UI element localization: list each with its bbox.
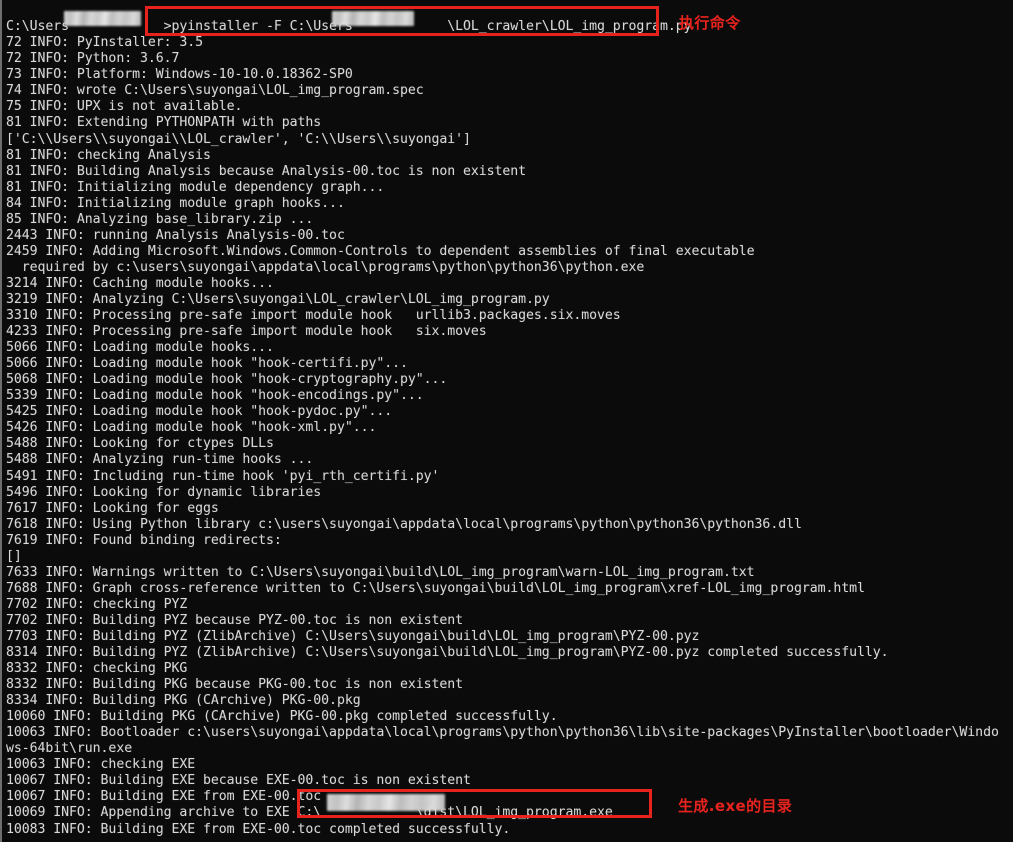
console-log-line: 5488 INFO: Looking for ctypes DLLs <box>6 436 274 452</box>
console-log-line: 5068 INFO: Loading module hook "hook-cry… <box>6 372 448 388</box>
console-log-line: 10067 INFO: Building EXE because EXE-00.… <box>6 773 471 789</box>
console-log-line: 7617 INFO: Looking for eggs <box>6 500 219 516</box>
console-log-line: 81 INFO: checking Analysis <box>6 147 211 163</box>
console-log-line: 5496 INFO: Looking for dynamic libraries <box>6 484 322 500</box>
console-log-line: 81 INFO: Building Analysis because Analy… <box>6 163 527 179</box>
console-log-line: 7633 INFO: Warnings written to C:\Users\… <box>6 564 755 580</box>
console-log-line: 5491 INFO: Including run-time hook 'pyi_… <box>6 468 440 484</box>
console-log-line: 5488 INFO: Analyzing run-time hooks ... <box>6 452 314 468</box>
console-log-line: 74 INFO: wrote C:\Users\suyongai\LOL_img… <box>6 83 424 99</box>
console-log-line: 5066 INFO: Loading module hook "hook-cer… <box>6 356 408 372</box>
console-log-line: 7703 INFO: Building PYZ (ZlibArchive) C:… <box>6 628 700 644</box>
console-log-line: 8332 INFO: Building PKG because PKG-00.t… <box>6 677 464 693</box>
console-log-line: [] <box>6 548 22 564</box>
console-log-line: ws-64bit\run.exe <box>6 741 133 757</box>
console-log-line: 10067 INFO: Building EXE from EXE-00.toc <box>6 789 322 805</box>
console-log-line: 8332 INFO: checking PKG <box>6 661 188 677</box>
console-log-line: 84 INFO: Initializing module graph hooks… <box>6 195 345 211</box>
console-log-line: 75 INFO: UPX is not available. <box>6 99 243 115</box>
console-log-line: 85 INFO: Analyzing base_library.zip ... <box>6 211 314 227</box>
console-log-line: 7618 INFO: Using Python library c:\users… <box>6 516 802 532</box>
redaction-block-username-path-arg <box>332 11 414 26</box>
console-log-line: 7688 INFO: Graph cross-reference written… <box>6 580 865 596</box>
console-log-line: 81 INFO: Extending PYTHONPATH with paths <box>6 115 322 131</box>
console-log-output: C:\Users >pyinstaller -F C:\Users \LOL_c… <box>6 19 1012 837</box>
console-log-line: ['C:\\Users\\suyongai\\LOL_crawler', 'C:… <box>6 131 471 147</box>
console-log-line: 3310 INFO: Processing pre-safe import mo… <box>6 308 621 324</box>
console-log-line: 10083 INFO: Building EXE from EXE-00.toc… <box>6 821 511 837</box>
console-log-line: 2459 INFO: Adding Microsoft.Windows.Comm… <box>6 243 755 259</box>
console-log-line: 5425 INFO: Loading module hook "hook-pyd… <box>6 404 393 420</box>
redaction-block-username-dist-path <box>327 794 445 811</box>
console-log-line: 5339 INFO: Loading module hook "hook-enc… <box>6 388 424 404</box>
console-log-line: 4233 INFO: Processing pre-safe import mo… <box>6 324 487 340</box>
console-log-line: 10069 INFO: Appending archive to EXE C:\… <box>6 805 613 821</box>
console-log-line: C:\Users >pyinstaller -F C:\Users \LOL_c… <box>6 19 692 35</box>
console-log-line: 8334 INFO: Building PKG (CArchive) PKG-0… <box>6 693 361 709</box>
console-log-line: 8314 INFO: Building PYZ (ZlibArchive) C:… <box>6 645 889 661</box>
console-log-line: required by c:\users\suyongai\appdata\lo… <box>6 259 645 275</box>
redaction-block-username-prompt <box>64 11 141 26</box>
console-log-line: 10063 INFO: Bootloader c:\users\suyongai… <box>6 725 999 741</box>
annotation-label-exe-output-directory: 生成.exe的目录 <box>678 797 793 815</box>
console-log-line: 3214 INFO: Caching module hooks... <box>6 275 274 291</box>
console-log-line: 72 INFO: PyInstaller: 3.5 <box>6 35 203 51</box>
console-log-line: 73 INFO: Platform: Windows-10-10.0.18362… <box>6 67 353 83</box>
console-log-line: 10060 INFO: Building PKG (CArchive) PKG-… <box>6 709 558 725</box>
console-log-line: 5426 INFO: Loading module hook "hook-xml… <box>6 420 377 436</box>
console-log-line: 2443 INFO: running Analysis Analysis-00.… <box>6 227 345 243</box>
console-log-line: 7619 INFO: Found binding redirects: <box>6 532 282 548</box>
console-log-line: 7702 INFO: Building PYZ because PYZ-00.t… <box>6 612 464 628</box>
console-log-line: 5066 INFO: Loading module hooks... <box>6 340 274 356</box>
console-log-line: 3219 INFO: Analyzing C:\Users\suyongai\L… <box>6 291 550 307</box>
console-log-line: 10063 INFO: checking EXE <box>6 757 196 773</box>
console-window[interactable]: C:\Users >pyinstaller -F C:\Users \LOL_c… <box>0 0 1013 842</box>
console-log-line: 7702 INFO: checking PYZ <box>6 596 188 612</box>
annotation-label-execute-command: 执行命令 <box>679 14 741 32</box>
console-log-line: 81 INFO: Initializing module dependency … <box>6 179 385 195</box>
console-log-line: 72 INFO: Python: 3.6.7 <box>6 51 180 67</box>
